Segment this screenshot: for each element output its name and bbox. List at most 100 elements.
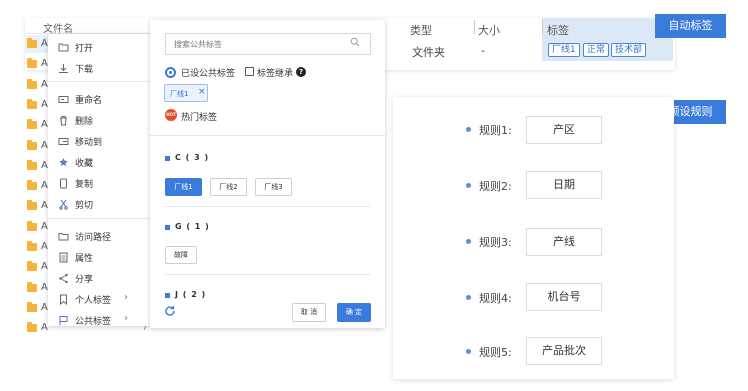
menu-item-label: 删除 [75, 117, 94, 127]
file-row[interactable]: A [27, 220, 49, 233]
file-row[interactable]: A [27, 180, 49, 192]
file-row[interactable]: A [27, 78, 49, 91]
menu-item-properties[interactable]: 属性 [48, 249, 150, 267]
inherit-tags-checkbox[interactable] [245, 67, 254, 76]
file-row[interactable]: A [27, 261, 49, 273]
hot-tags-label: 热门标签 [181, 113, 218, 123]
menu-item-label: 分享 [75, 275, 94, 285]
search-icon[interactable] [350, 37, 360, 47]
tag-option[interactable]: 厂线3 [255, 178, 292, 196]
file-row[interactable]: A [27, 301, 49, 314]
folder-icon [27, 200, 37, 211]
tag-group-label: G ( 1 ) [175, 222, 210, 231]
file-row[interactable]: A [27, 281, 49, 294]
close-icon[interactable]: × [198, 87, 206, 97]
confirm-button[interactable]: 确 定 [337, 303, 371, 322]
rule-value-field[interactable]: 日期 [526, 171, 602, 199]
file-type-value: 文件夹 [412, 46, 445, 59]
folder-icon [27, 139, 37, 150]
bullet-icon [466, 183, 471, 188]
file-name-fragment: A [41, 220, 48, 232]
copy-icon [60, 178, 67, 189]
inherit-tags-label: 标签继承 [257, 69, 294, 79]
tag-option[interactable]: 故障 [165, 246, 197, 264]
menu-item-label: 移动到 [75, 138, 103, 148]
menu-item-move[interactable]: 移动到 [48, 133, 150, 151]
menu-item-copy[interactable]: 复制 [48, 175, 150, 193]
menu-item-share[interactable]: 分享 [48, 270, 150, 288]
tag-option[interactable]: 厂线1 [165, 178, 202, 196]
file-name-fragment: A [41, 38, 48, 49]
file-row[interactable]: A [27, 119, 49, 131]
folder-icon [27, 180, 37, 191]
scissors-icon [59, 199, 68, 210]
rule-value-field[interactable]: 产品批次 [526, 337, 602, 365]
chevron-right-icon: › [124, 313, 128, 324]
menu-item-rename[interactable]: 重命名 [48, 91, 150, 109]
file-tag-chip[interactable]: 厂线1 [548, 43, 580, 57]
rule-label: 规则2: [479, 180, 512, 193]
menu-item-open[interactable]: 打开 [48, 39, 150, 57]
menu-item-personal-tags[interactable]: 个人标签 › [48, 291, 150, 309]
column-divider[interactable] [474, 20, 475, 34]
file-tag-chip[interactable]: 技术部 [611, 43, 647, 57]
file-row[interactable]: A [27, 200, 49, 212]
bullet-icon [466, 127, 471, 132]
folder-icon [27, 58, 37, 69]
folder-icon [27, 281, 37, 292]
file-name-fragment: A [41, 241, 48, 252]
path-icon [58, 233, 69, 241]
section-divider [165, 274, 370, 275]
file-name-column-header[interactable]: 文件名 [25, 18, 150, 35]
rename-icon [58, 96, 69, 103]
file-name-fragment: A [41, 159, 48, 171]
file-row[interactable]: A [27, 159, 49, 172]
rule-value-field[interactable]: 产区 [526, 116, 602, 144]
file-row[interactable]: A [27, 58, 49, 70]
public-tag-panel: 已设公共标签 标签继承 ? 厂线1 × HOT 热门标签 C ( 3 ) 厂线1… [150, 20, 385, 328]
rule-label: 规则1: [479, 124, 512, 137]
refresh-icon[interactable] [164, 305, 176, 317]
cancel-button[interactable]: 取 消 [292, 303, 326, 322]
file-row[interactable]: A [27, 38, 49, 50]
menu-item-cut[interactable]: 剪切 [48, 196, 150, 214]
section-divider [165, 206, 370, 207]
public-tag-radio[interactable] [165, 67, 176, 78]
flag-icon [59, 316, 68, 325]
column-divider[interactable] [542, 20, 543, 34]
tag-option[interactable]: 厂线2 [210, 178, 247, 196]
menu-item-label: 公共标签 [75, 317, 112, 327]
folder-icon [27, 261, 37, 272]
download-icon [59, 64, 68, 73]
context-menu: 打开 下载 重命名 删除 移动到 收藏 复制 剪切 访问路径 属性 分享 个人标… [48, 34, 150, 327]
rule-value-field[interactable]: 机台号 [526, 283, 602, 311]
file-tag-chip[interactable]: 正常 [583, 43, 610, 57]
chevron-right-icon: › [124, 292, 128, 303]
menu-item-label: 重命名 [75, 96, 103, 106]
file-row[interactable]: A [27, 241, 49, 253]
menu-item-label: 下载 [75, 65, 94, 75]
file-name-fragment: A [41, 119, 48, 131]
file-row[interactable]: A [27, 139, 49, 152]
file-row[interactable]: A [27, 98, 49, 111]
menu-item-label: 打开 [75, 44, 94, 54]
menu-item-public-tags[interactable]: 公共标签 › [48, 312, 150, 327]
file-name-fragment: A [41, 180, 48, 192]
menu-item-favorite[interactable]: 收藏 [48, 154, 150, 172]
file-name-fragment: A [41, 281, 48, 293]
tag-group-label: J ( 2 ) [175, 290, 207, 299]
rule-value-field[interactable]: 产线 [526, 228, 602, 256]
folder-icon [27, 220, 37, 231]
file-row[interactable]: A [27, 322, 49, 334]
tag-search-input[interactable] [165, 33, 371, 55]
file-name-fragment: A [41, 139, 48, 151]
type-column-header[interactable]: 类型 [410, 22, 432, 38]
help-icon[interactable]: ? [296, 67, 306, 77]
tags-column-header[interactable]: 标签 [547, 22, 569, 38]
size-column-header[interactable]: 大小 [478, 22, 500, 38]
menu-item-delete[interactable]: 删除 [48, 112, 150, 130]
bullet-icon [466, 239, 471, 244]
folder-icon [27, 241, 37, 251]
menu-item-download[interactable]: 下载 [48, 60, 150, 78]
menu-item-access-path[interactable]: 访问路径 [48, 228, 150, 246]
